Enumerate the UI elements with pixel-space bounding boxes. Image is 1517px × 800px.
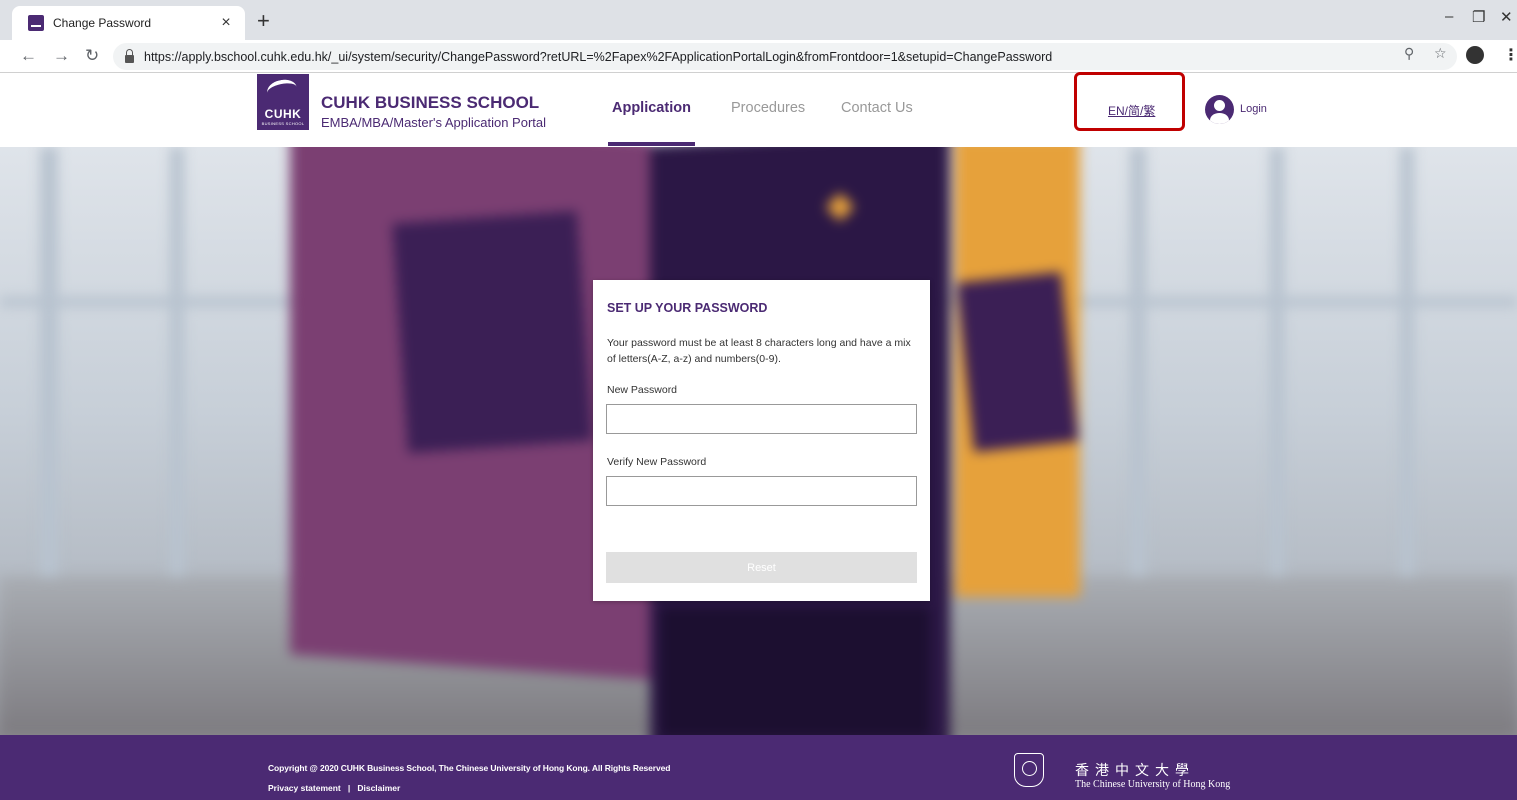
- reset-button[interactable]: Reset: [606, 552, 917, 583]
- copyright-text: Copyright @ 2020 CUHK Business School, T…: [268, 763, 671, 773]
- browser-tab[interactable]: Change Password ×: [12, 6, 245, 40]
- nav-application[interactable]: Application: [612, 100, 691, 116]
- language-switcher[interactable]: EN/简/繁: [1108, 102, 1155, 119]
- new-password-input[interactable]: [606, 404, 917, 434]
- address-bar[interactable]: https://apply.bschool.cuhk.edu.hk/_ui/sy…: [113, 43, 1457, 70]
- reload-icon[interactable]: ↻: [85, 45, 99, 67]
- back-icon[interactable]: ←: [20, 45, 37, 67]
- disclaimer-link[interactable]: Disclaimer: [357, 783, 400, 793]
- restore-icon[interactable]: ❐: [1472, 8, 1485, 26]
- privacy-statement-link[interactable]: Privacy statement: [268, 783, 341, 793]
- tab-close-icon[interactable]: ×: [217, 14, 235, 32]
- menu-icon[interactable]: ⋮: [1503, 45, 1517, 65]
- forward-icon[interactable]: →: [53, 45, 70, 67]
- site-header: CUHK BUSINESS SCHOOL CUHK BUSINESS SCHOO…: [0, 72, 1517, 147]
- site-favicon-icon: [28, 15, 44, 31]
- close-window-icon[interactable]: ✕: [1500, 8, 1513, 26]
- form-title: SET UP YOUR PASSWORD: [607, 301, 768, 315]
- new-tab-button[interactable]: +: [257, 8, 270, 34]
- lock-icon[interactable]: [125, 48, 134, 63]
- brand-subtitle: EMBA/MBA/Master's Application Portal: [321, 115, 547, 130]
- logo-subtext: BUSINESS SCHOOL: [261, 121, 305, 126]
- login-link[interactable]: Login: [1240, 103, 1267, 115]
- nav-procedures[interactable]: Procedures: [731, 100, 805, 116]
- nav-contact-us[interactable]: Contact Us: [841, 100, 913, 116]
- url-text[interactable]: https://apply.bschool.cuhk.edu.hk/_ui/sy…: [144, 50, 1052, 64]
- verify-password-input[interactable]: [606, 476, 917, 506]
- cuhk-logo[interactable]: CUHK BUSINESS SCHOOL: [257, 74, 309, 130]
- password-requirements: Your password must be at least 8 charact…: [607, 337, 911, 365]
- minimize-icon[interactable]: –: [1445, 8, 1453, 25]
- university-seal-icon: [1014, 753, 1044, 787]
- set-password-card: SET UP YOUR PASSWORD Your password must …: [593, 280, 930, 601]
- footer-separator: |: [347, 783, 351, 793]
- university-name-english: The Chinese University of Hong Kong: [1075, 779, 1231, 790]
- logo-text: CUHK: [264, 107, 302, 121]
- browser-toolbar: ← → ↻ https://apply.bschool.cuhk.edu.hk/…: [0, 40, 1517, 73]
- zoom-icon[interactable]: ⚲: [1404, 45, 1414, 62]
- logo-swoosh-icon: [265, 77, 299, 103]
- verify-password-label: Verify New Password: [607, 456, 707, 468]
- user-icon[interactable]: [1205, 95, 1234, 124]
- brand-title: CUHK BUSINESS SCHOOL: [321, 93, 540, 112]
- star-icon[interactable]: ☆: [1434, 45, 1447, 62]
- university-name-chinese: 香港中文大學: [1075, 763, 1195, 779]
- active-nav-indicator: [608, 142, 695, 146]
- tab-title: Change Password: [53, 16, 152, 30]
- site-footer: Copyright @ 2020 CUHK Business School, T…: [0, 735, 1517, 800]
- footer-links: Privacy statement | Disclaimer: [268, 783, 400, 793]
- new-password-label: New Password: [607, 384, 678, 396]
- browser-tab-bar: Change Password × + – ❐ ✕: [0, 0, 1517, 40]
- profile-icon[interactable]: [1466, 46, 1484, 64]
